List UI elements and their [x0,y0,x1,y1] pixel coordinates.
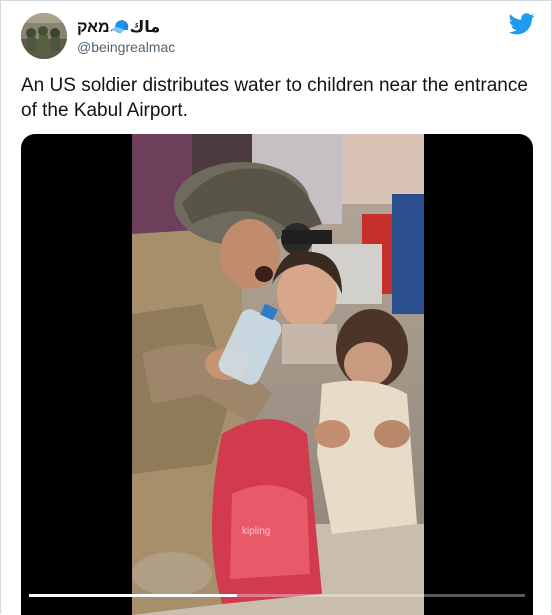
twitter-bird-icon[interactable] [509,13,535,35]
avatar-image [21,13,67,59]
tweet-header: ماك🧢מאק @beingrealmac [1,1,552,69]
author-name-row[interactable]: ماك🧢מאק [77,17,160,37]
author-display-name[interactable]: ماك🧢מאק [77,17,160,37]
video-player[interactable]: kipling [21,134,533,615]
tweet-text: An US soldier distributes water to child… [21,75,528,121]
video-frame[interactable]: kipling [132,134,424,615]
avatar[interactable] [21,13,67,59]
svg-text:kipling: kipling [242,526,270,537]
author-handle[interactable]: @beingrealmac [77,39,175,55]
video-progress-fill [29,594,238,597]
video-progress-bar[interactable] [29,594,525,597]
video-still-image: kipling [132,134,424,615]
tweet-card[interactable]: ماك🧢מאק @beingrealmac An US soldier dist… [0,0,552,615]
